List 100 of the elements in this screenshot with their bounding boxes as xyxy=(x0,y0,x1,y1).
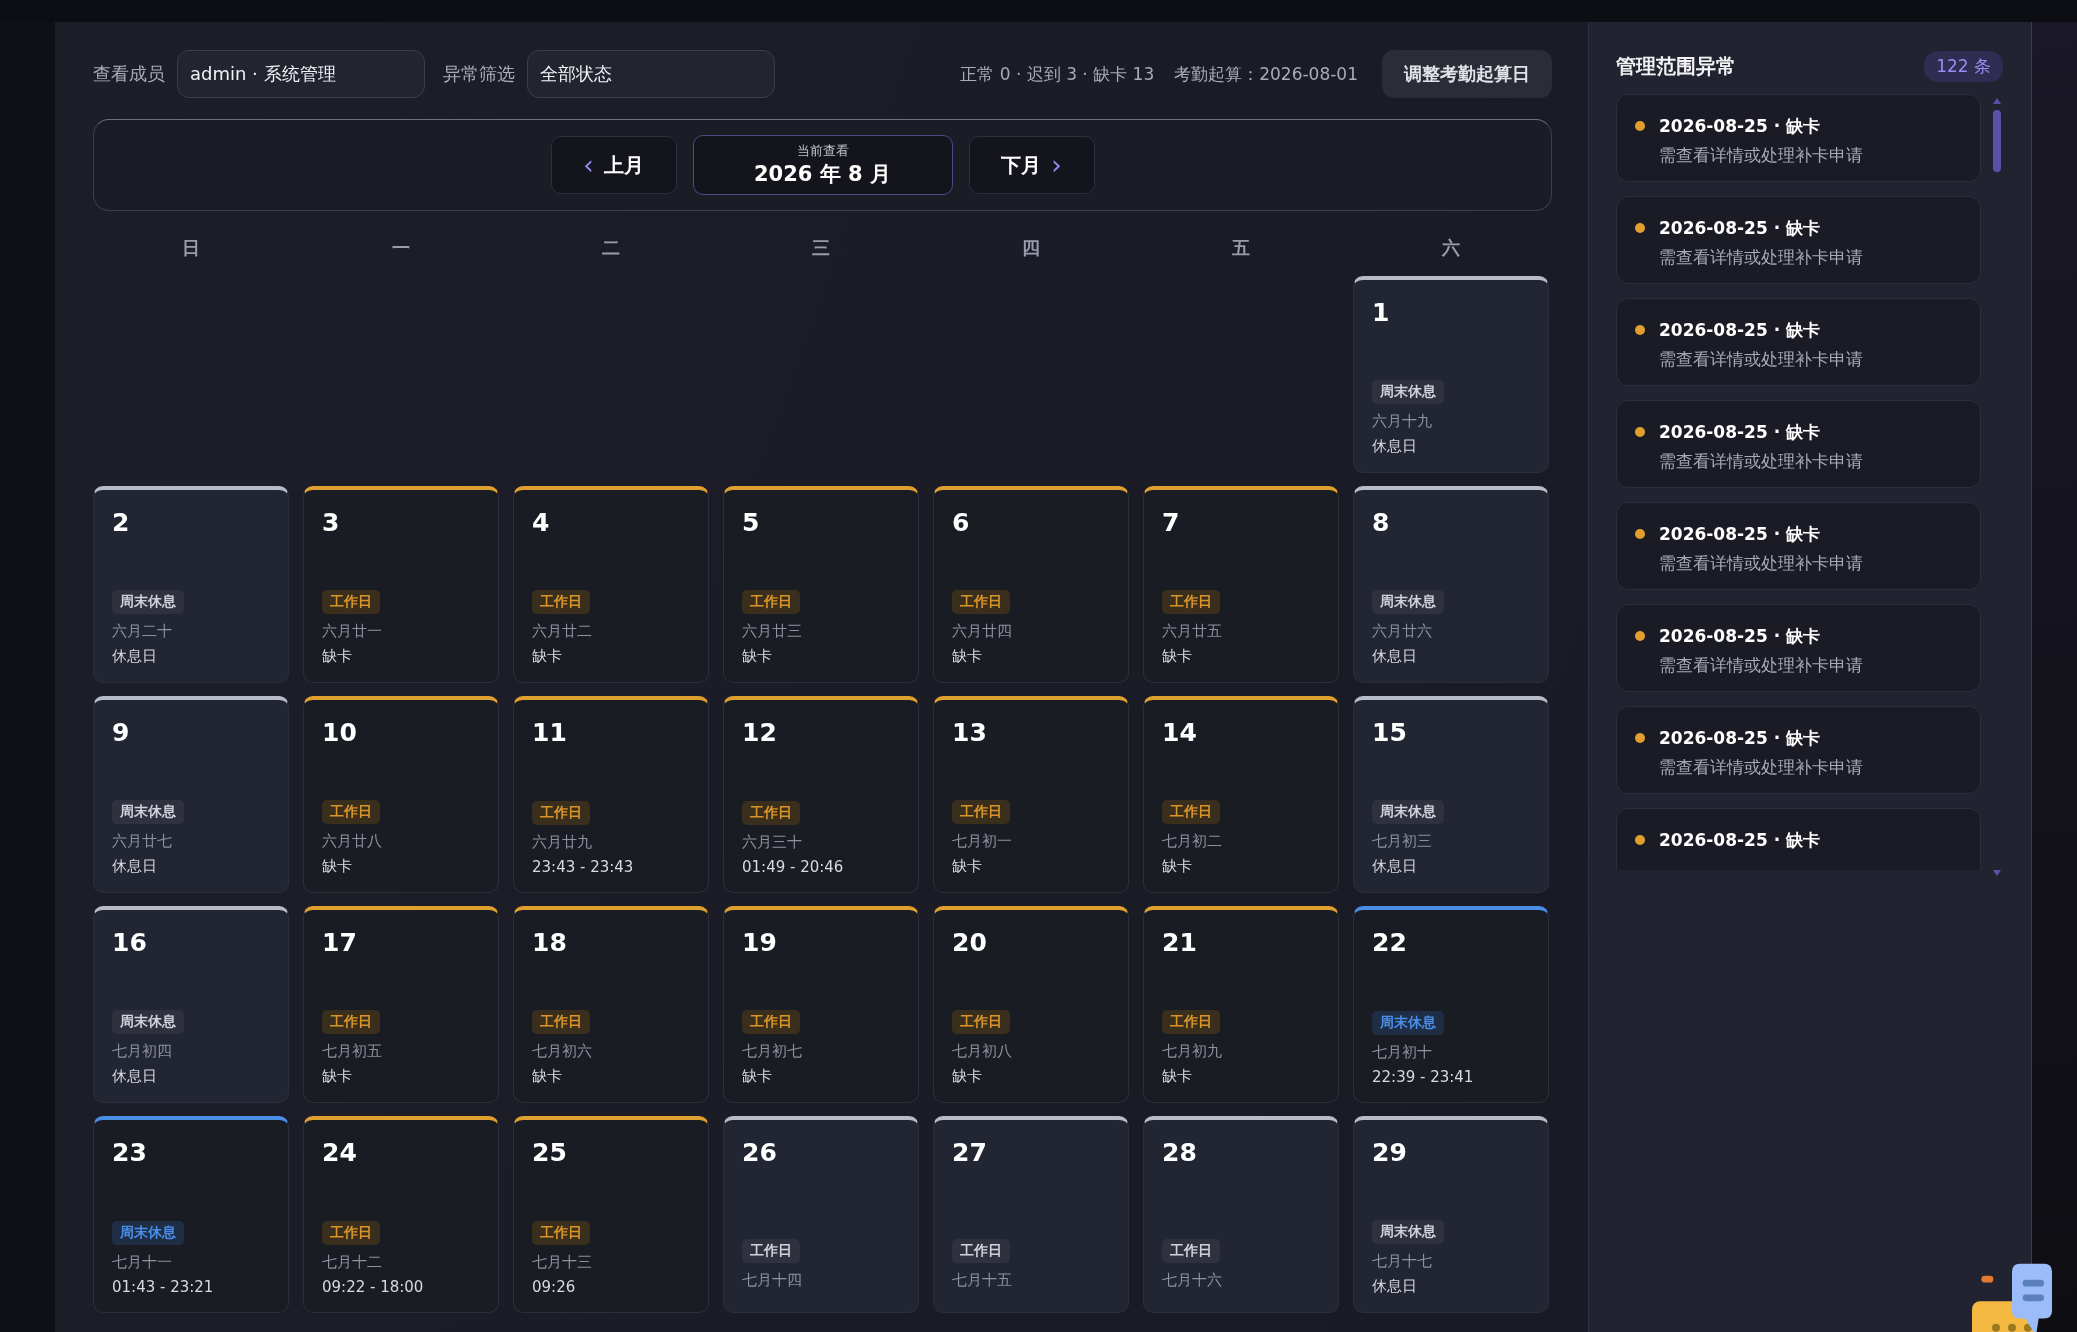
day-cell[interactable]: 4 工作日 六月廿二 缺卡 xyxy=(513,486,709,683)
anomaly-detail: 需查看详情或处理补卡申请 xyxy=(1659,246,1863,269)
day-status: 缺卡 xyxy=(532,1067,562,1086)
lunar-date: 七月十七 xyxy=(1372,1252,1432,1271)
day-cell[interactable]: 23 周末休息 七月十一 01:43 - 23:21 xyxy=(93,1116,289,1313)
day-number: 7 xyxy=(1162,508,1180,537)
day-cell[interactable]: 18 工作日 七月初六 缺卡 xyxy=(513,906,709,1103)
day-tag: 工作日 xyxy=(532,801,590,825)
day-tag: 周末休息 xyxy=(1372,590,1444,614)
lunar-date: 七月初十 xyxy=(1372,1043,1432,1062)
day-number: 13 xyxy=(952,718,987,747)
day-cell[interactable]: 8 周末休息 六月廿六 休息日 xyxy=(1353,486,1549,683)
day-number: 26 xyxy=(742,1138,777,1167)
day-tag: 工作日 xyxy=(742,590,800,614)
day-tag: 工作日 xyxy=(1162,1010,1220,1034)
anomaly-detail: 需查看详情或处理补卡申请 xyxy=(1659,144,1863,167)
day-cell[interactable]: 5 工作日 六月廿三 缺卡 xyxy=(723,486,919,683)
day-cell[interactable]: 27 工作日 七月十五 xyxy=(933,1116,1129,1313)
day-cell[interactable]: 15 周末休息 七月初三 休息日 xyxy=(1353,696,1549,893)
anomaly-item[interactable]: 2026-08-25 · 缺卡 需查看详情或处理补卡申请 xyxy=(1616,196,1981,284)
day-cell[interactable]: 6 工作日 六月廿四 缺卡 xyxy=(933,486,1129,683)
chat-icon[interactable] xyxy=(1972,1261,2052,1332)
day-status: 缺卡 xyxy=(952,857,982,876)
day-tag: 工作日 xyxy=(322,1010,380,1034)
filter-label: 异常筛选 xyxy=(443,62,515,86)
weekday-header: 四 xyxy=(1021,236,1041,260)
current-caption: 当前查看 xyxy=(796,142,849,160)
day-number: 14 xyxy=(1162,718,1197,747)
anomaly-item[interactable]: 2026-08-25 · 缺卡 需查看详情或处理补卡申请 xyxy=(1616,604,1981,692)
day-cell[interactable]: 21 工作日 七月初九 缺卡 xyxy=(1143,906,1339,1103)
next-month-button[interactable]: 下月 › xyxy=(968,136,1095,194)
day-tag: 工作日 xyxy=(322,590,380,614)
day-cell[interactable]: 24 工作日 七月十二 09:22 - 18:00 xyxy=(303,1116,499,1313)
anomaly-item[interactable]: 2026-08-25 · 缺卡 需查看详情或处理补卡申请 xyxy=(1616,706,1981,794)
day-status: 缺卡 xyxy=(1162,857,1192,876)
day-cell[interactable]: 7 工作日 六月廿五 缺卡 xyxy=(1143,486,1339,683)
lunar-date: 六月廿二 xyxy=(532,622,592,641)
lunar-date: 六月三十 xyxy=(742,833,802,852)
day-number: 8 xyxy=(1372,508,1390,537)
weekday-header: 五 xyxy=(1231,236,1251,260)
day-status: 休息日 xyxy=(112,647,157,666)
day-status: 缺卡 xyxy=(532,647,562,666)
day-number: 5 xyxy=(742,508,760,537)
anomaly-title: 2026-08-25 · 缺卡 xyxy=(1659,217,1822,240)
day-cell[interactable]: 26 工作日 七月十四 xyxy=(723,1116,919,1313)
day-number: 19 xyxy=(742,928,777,957)
lunar-date: 六月廿九 xyxy=(532,833,592,852)
select-field[interactable]: admin · 系统管理 xyxy=(177,50,425,98)
day-cell[interactable]: 28 工作日 七月十六 xyxy=(1143,1116,1339,1313)
day-cell[interactable]: 2 周末休息 六月二十 休息日 xyxy=(93,486,289,683)
day-cell[interactable]: 25 工作日 七月十三 09:26 xyxy=(513,1116,709,1313)
day-tag: 工作日 xyxy=(742,801,800,825)
lunar-date: 七月十一 xyxy=(112,1253,172,1272)
lunar-date: 七月初二 xyxy=(1162,832,1222,851)
weekday-header: 日 xyxy=(181,236,201,260)
lunar-date: 七月初一 xyxy=(952,832,1012,851)
lunar-date: 六月廿七 xyxy=(112,832,172,851)
anomaly-item[interactable]: 2026-08-25 · 缺卡 xyxy=(1616,808,1981,870)
day-cell[interactable]: 1 周末休息 六月十九 休息日 xyxy=(1353,276,1549,473)
lunar-date: 七月初五 xyxy=(322,1042,382,1061)
day-cell[interactable]: 19 工作日 七月初七 缺卡 xyxy=(723,906,919,1103)
adjust-button[interactable]: 调整考勤起算日 xyxy=(1382,50,1552,98)
scrollbar[interactable] xyxy=(1991,98,2003,878)
anomaly-item[interactable]: 2026-08-25 · 缺卡 需查看详情或处理补卡申请 xyxy=(1616,94,1981,182)
day-tag: 工作日 xyxy=(952,800,1010,824)
anomaly-title: 2026-08-25 · 缺卡 xyxy=(1659,829,1821,852)
day-cell[interactable]: 16 周末休息 七月初四 休息日 xyxy=(93,906,289,1103)
lunar-date: 六月廿三 xyxy=(742,622,802,641)
day-tag: 工作日 xyxy=(952,1239,1010,1263)
lunar-date: 七月十五 xyxy=(952,1271,1012,1290)
day-number: 24 xyxy=(322,1138,357,1167)
day-cell[interactable]: 13 工作日 七月初一 缺卡 xyxy=(933,696,1129,893)
day-status: 01:43 - 23:21 xyxy=(112,1278,214,1296)
day-cell[interactable]: 12 工作日 六月三十 01:49 - 20:46 xyxy=(723,696,919,893)
day-tag: 工作日 xyxy=(952,590,1010,614)
day-cell[interactable]: 3 工作日 六月廿一 缺卡 xyxy=(303,486,499,683)
day-cell[interactable]: 9 周末休息 六月廿七 休息日 xyxy=(93,696,289,893)
day-cell[interactable]: 22 周末休息 七月初十 22:39 - 23:41 xyxy=(1353,906,1549,1103)
sidebar-title: 管理范围异常 xyxy=(1616,52,1736,80)
day-cell[interactable]: 11 工作日 六月廿九 23:43 - 23:43 xyxy=(513,696,709,893)
period-start-text: 考勤起算：2026-08-01 xyxy=(1174,62,1358,86)
day-status: 缺卡 xyxy=(322,647,352,666)
anomaly-item[interactable]: 2026-08-25 · 缺卡 需查看详情或处理补卡申请 xyxy=(1616,298,1981,386)
day-cell[interactable]: 14 工作日 七月初二 缺卡 xyxy=(1143,696,1339,893)
day-cell[interactable]: 17 工作日 七月初五 缺卡 xyxy=(303,906,499,1103)
day-number: 28 xyxy=(1162,1138,1197,1167)
day-cell[interactable]: 29 周末休息 七月十七 休息日 xyxy=(1353,1116,1549,1313)
day-tag: 工作日 xyxy=(532,1010,590,1034)
day-cell[interactable]: 20 工作日 七月初八 缺卡 xyxy=(933,906,1129,1103)
anomaly-item[interactable]: 2026-08-25 · 缺卡 需查看详情或处理补卡申请 xyxy=(1616,400,1981,488)
day-status: 休息日 xyxy=(1372,437,1417,456)
anomaly-title: 2026-08-25 · 缺卡 xyxy=(1659,115,1822,138)
day-tag: 工作日 xyxy=(322,1221,380,1245)
prev-month-button[interactable]: ‹ 上月 xyxy=(550,136,677,194)
day-cell[interactable]: 10 工作日 六月廿八 缺卡 xyxy=(303,696,499,893)
anomaly-item[interactable]: 2026-08-25 · 缺卡 需查看详情或处理补卡申请 xyxy=(1616,502,1981,590)
day-status: 缺卡 xyxy=(322,857,352,876)
lunar-date: 七月十四 xyxy=(742,1271,802,1290)
select-field[interactable]: 全部状态 xyxy=(527,50,775,98)
weekday-header: 二 xyxy=(601,236,621,260)
